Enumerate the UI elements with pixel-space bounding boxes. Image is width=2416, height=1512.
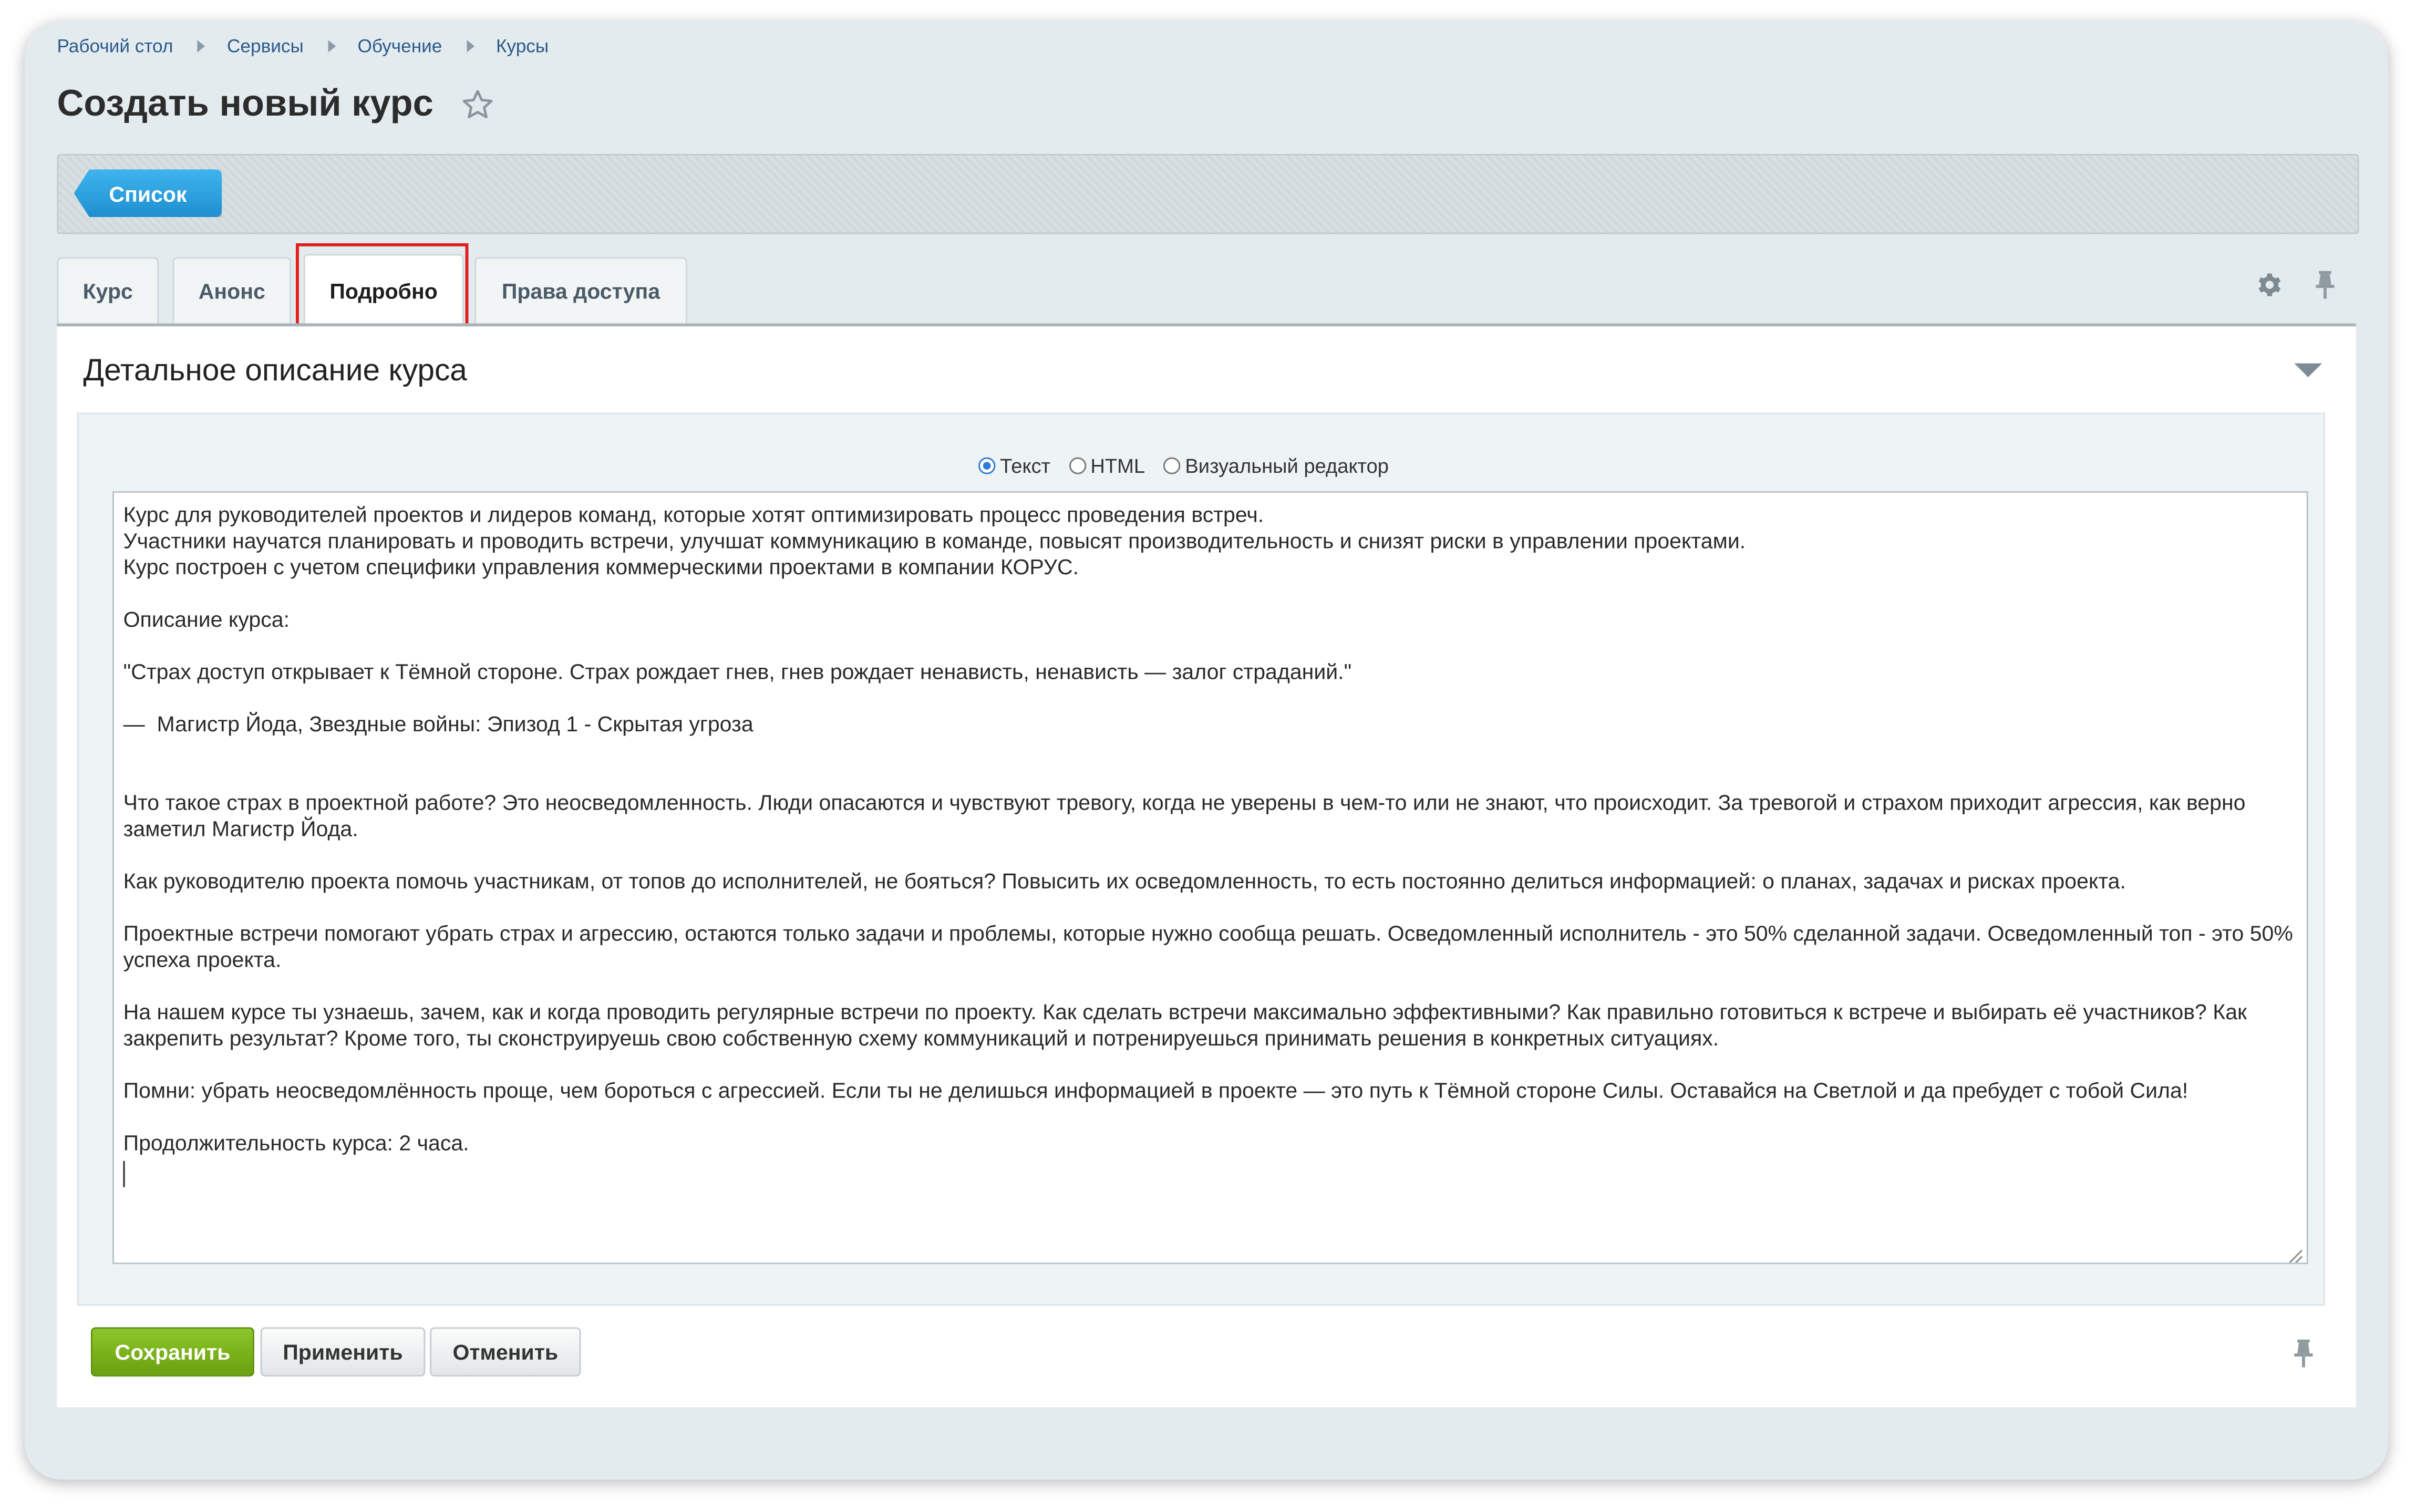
stage: Рабочий стол Сервисы Обучение Курсы Созд… (0, 0, 2416, 1512)
resize-handle-icon[interactable] (2288, 1244, 2304, 1263)
mode-text[interactable]: Текст (978, 454, 1050, 478)
text-line: Курс для руководителей проектов и лидеро… (123, 502, 1264, 527)
tab-access-rights[interactable]: Права доступа (474, 257, 687, 324)
text-line: Участники научатся планировать и проводи… (123, 528, 1746, 553)
text-line (123, 633, 2298, 659)
apply-button[interactable]: Применить (260, 1327, 426, 1377)
toolbar: Список (57, 154, 2359, 234)
text-line (123, 895, 2298, 921)
text-line: Описание курса: (123, 606, 290, 631)
text-line: "Страх доступ открывает к Тёмной стороне… (123, 659, 1352, 684)
text-line: Помни: убрать неосведомлённость проще, ч… (123, 1078, 2188, 1103)
pin-icon[interactable] (2314, 270, 2336, 301)
editor-mode-selector: Текст HTML Визуальный редактор (978, 454, 1407, 478)
mode-text-radio[interactable] (978, 457, 996, 474)
breadcrumb-item-learning[interactable]: Обучение (357, 35, 442, 57)
text-line (123, 973, 2298, 999)
editor-container: Текст HTML Визуальный редактор Курс для … (77, 412, 2325, 1306)
text-line (123, 1052, 2298, 1078)
chevron-down-icon[interactable] (2294, 363, 2322, 378)
save-button[interactable]: Сохранить (91, 1327, 254, 1377)
text-line (123, 764, 2298, 790)
cancel-button[interactable]: Отменить (430, 1327, 581, 1377)
description-textarea[interactable]: Курс для руководителей проектов и лидеро… (112, 491, 2308, 1265)
tab-announcement[interactable]: Анонс (172, 257, 292, 324)
mode-visual[interactable]: Визуальный редактор (1163, 454, 1389, 478)
text-line: Продолжительность курса: 2 часа. (123, 1130, 469, 1155)
mode-html-label: HTML (1090, 454, 1145, 478)
mode-html[interactable]: HTML (1069, 454, 1145, 478)
list-button[interactable]: Список (74, 169, 222, 218)
page-title: Создать новый курс (57, 83, 433, 125)
breadcrumb-separator-icon (467, 40, 474, 53)
title-row: Создать новый курс (57, 83, 495, 126)
text-line: Как руководителю проекта помочь участник… (123, 868, 2126, 893)
scaler: Рабочий стол Сервисы Обучение Курсы Созд… (0, 0, 2416, 1512)
breadcrumb: Рабочий стол Сервисы Обучение Курсы (57, 35, 549, 57)
breadcrumb-item-services[interactable]: Сервисы (227, 35, 304, 57)
text-line (123, 842, 2298, 868)
text-line (123, 1104, 2298, 1130)
text-line: Проектные встречи помогают убрать страх … (123, 920, 2293, 972)
text-line: На нашем курсе ты узнаешь, зачем, как и … (123, 999, 2247, 1050)
tab-content-details: Детальное описание курса Текст HTML Визу… (57, 323, 2356, 1407)
app-window: Рабочий стол Сервисы Обучение Курсы Созд… (24, 22, 2389, 1480)
breadcrumb-item-desktop[interactable]: Рабочий стол (57, 35, 173, 57)
mode-visual-label: Визуальный редактор (1185, 454, 1389, 478)
breadcrumb-separator-icon (328, 40, 336, 53)
pin-icon[interactable] (2293, 1338, 2314, 1369)
text-line: — Магистр Йода, Звездные войны: Эпизод 1… (123, 711, 753, 736)
mode-text-label: Текст (1000, 454, 1051, 478)
tab-course[interactable]: Курс (57, 257, 159, 324)
text-line: Что такое страх в проектной работе? Это … (123, 790, 2246, 841)
breadcrumb-item-courses[interactable]: Курсы (496, 35, 549, 57)
section-title: Детальное описание курса (83, 354, 467, 388)
text-line (123, 581, 2298, 607)
tab-details[interactable]: Подробно (303, 254, 464, 327)
text-line: Курс построен с учетом специфики управле… (123, 554, 1079, 579)
text-line (123, 738, 2298, 764)
text-caret (123, 1161, 125, 1187)
gear-icon[interactable] (2256, 271, 2284, 299)
breadcrumb-separator-icon (198, 40, 205, 53)
mode-html-radio[interactable] (1069, 457, 1086, 474)
star-icon[interactable] (461, 88, 495, 121)
mode-visual-radio[interactable] (1163, 457, 1181, 474)
text-line (123, 685, 2298, 711)
